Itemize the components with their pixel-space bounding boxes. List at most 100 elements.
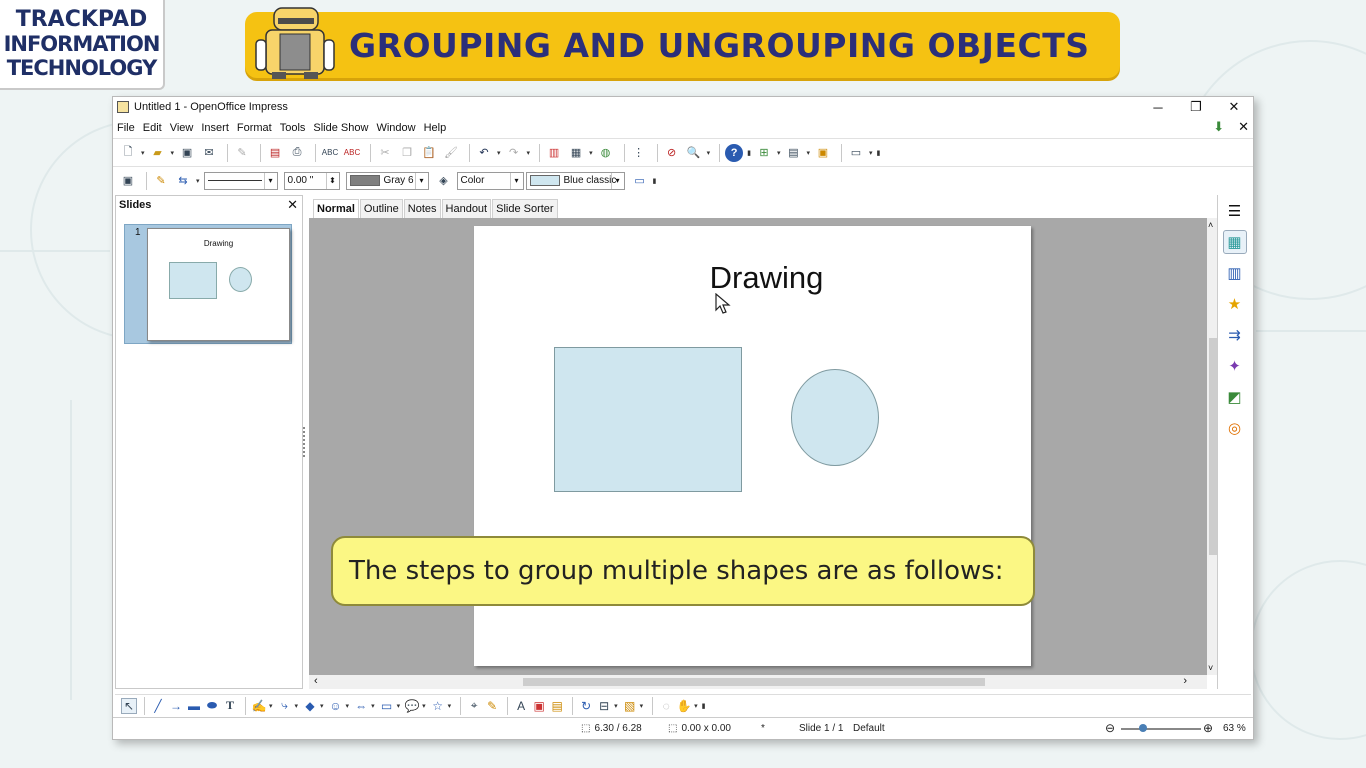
export-pdf-icon[interactable]: ▤ (266, 144, 284, 162)
vertical-scroll-thumb[interactable] (1209, 338, 1217, 555)
custom-animation-icon[interactable]: ⇉ (1223, 323, 1247, 347)
line-tool-icon[interactable]: ╱ (150, 698, 166, 714)
undo-icon[interactable]: ↶ (475, 144, 493, 162)
table-icon[interactable]: ▦ (567, 144, 585, 162)
scroll-down-icon[interactable]: ˅ (1208, 663, 1213, 673)
extrusion-icon[interactable]: ◌ (658, 698, 674, 714)
stars-icon[interactable]: ☆ (430, 698, 446, 714)
select-arrow-icon[interactable]: ↖ (121, 697, 137, 714)
zoom-out-icon[interactable]: ⊖ (1105, 721, 1115, 735)
close-document-button[interactable]: ✕ (1238, 119, 1249, 135)
arrow-style-icon[interactable]: ⇆ (174, 172, 192, 190)
line-color-select[interactable]: Gray 6 ▾ (345, 171, 429, 190)
area-fill-icon[interactable]: ◈ (435, 172, 453, 190)
arrow-tool-icon[interactable]: → (168, 698, 184, 714)
rotate-icon[interactable]: ↻ (578, 698, 594, 714)
menu-file[interactable]: File (117, 122, 135, 134)
connector-tool-icon[interactable]: ⤷ (277, 698, 293, 714)
rectangle-shape[interactable] (554, 347, 742, 492)
fontwork-icon[interactable]: A (513, 698, 529, 714)
toggle-toolbar-icon[interactable]: ▣ (119, 172, 137, 190)
format-paintbrush-icon[interactable]: 🖌 (442, 144, 460, 162)
slide-thumbnail[interactable]: 1 Drawing (124, 224, 292, 344)
status-modified[interactable]: * (761, 723, 765, 734)
table-design-icon[interactable]: ★ (1223, 292, 1247, 316)
toggle-extrusion-icon[interactable]: ✋ (676, 698, 692, 714)
autospellcheck-icon[interactable]: ABC (343, 144, 361, 162)
tab-normal[interactable]: Normal (313, 199, 359, 218)
scroll-up-icon[interactable]: ˄ (1208, 220, 1213, 230)
sidebar-menu-icon[interactable]: ☰ (1223, 199, 1247, 223)
close-window-button[interactable]: ✕ (1215, 97, 1253, 117)
area-style-select[interactable]: Color ▾ (456, 171, 524, 190)
menu-edit[interactable]: Edit (143, 122, 162, 134)
tab-outline[interactable]: Outline (359, 199, 403, 218)
menu-help[interactable]: Help (424, 122, 447, 134)
redo-icon[interactable]: ↷ (505, 144, 523, 162)
ellipse-tool-icon[interactable]: ⬬ (204, 698, 220, 714)
zoom-icon[interactable]: 🔍 (685, 144, 703, 162)
circle-shape[interactable] (791, 369, 879, 466)
help-icon[interactable]: ? (725, 143, 744, 162)
minimize-button[interactable]: ─ (1139, 97, 1177, 117)
symbol-shapes-icon[interactable]: ☺ (328, 698, 344, 714)
zoom-value[interactable]: 63 % (1223, 723, 1246, 734)
new-document-icon[interactable]: 🗋 (119, 144, 137, 162)
print-icon[interactable]: ⎙ (288, 144, 306, 162)
chart-icon[interactable]: ▥ (545, 144, 563, 162)
block-arrows-icon[interactable]: ⇔ (353, 698, 369, 714)
scroll-right-icon[interactable]: › (1183, 675, 1187, 687)
menu-tools[interactable]: Tools (280, 122, 306, 134)
menu-slide-show[interactable]: Slide Show (313, 122, 368, 134)
slide-canvas[interactable]: Drawing (309, 218, 1207, 675)
arrange-icon[interactable]: ▧ (622, 698, 638, 714)
callouts-icon[interactable]: 💬 (404, 698, 420, 714)
styles-icon[interactable]: ◩ (1223, 385, 1247, 409)
navigator-icon[interactable]: ◍ (597, 144, 615, 162)
line-style-select[interactable]: ▾ (203, 171, 278, 190)
open-folder-icon[interactable]: ▰ (149, 144, 167, 162)
zoom-in-icon[interactable]: ⊕ (1203, 721, 1213, 735)
menu-window[interactable]: Window (376, 122, 415, 134)
close-slides-pane-button[interactable]: ✕ (287, 197, 298, 213)
grid-icon[interactable]: ⋮ (630, 144, 648, 162)
text-tool-icon[interactable]: T (222, 698, 238, 714)
slide-design-icon[interactable]: ▤ (784, 144, 802, 162)
line-width-spinner[interactable]: 0.00 " ⬍ (283, 171, 340, 190)
from-file-icon[interactable]: ▣ (531, 698, 547, 714)
zoom-slider[interactable] (1121, 728, 1201, 730)
zoom-slider-knob[interactable] (1139, 724, 1147, 732)
align-icon[interactable]: ⊟ (596, 698, 612, 714)
save-icon[interactable]: ▣ (178, 144, 196, 162)
points-icon[interactable]: ⌖ (466, 698, 482, 714)
line-icon[interactable]: ✎ (152, 172, 170, 190)
navigator-compass-icon[interactable]: ◎ (1223, 416, 1247, 440)
curve-tool-icon[interactable]: ✍ (251, 698, 267, 714)
flowchart-icon[interactable]: ▭ (379, 698, 395, 714)
edit-file-icon[interactable]: ✎ (233, 144, 251, 162)
scroll-left-icon[interactable]: ‹ (314, 675, 318, 687)
rectangle-tool-icon[interactable]: ▬ (186, 698, 202, 714)
layouts-icon[interactable]: ▥ (1223, 261, 1247, 285)
master-slide-icon[interactable]: ▣ (814, 144, 832, 162)
email-icon[interactable]: ✉ (200, 144, 218, 162)
horizontal-scroll-thumb[interactable] (523, 678, 985, 686)
menu-view[interactable]: View (170, 122, 194, 134)
shadow-icon[interactable]: ▭ (631, 172, 649, 190)
draw-functions-icon[interactable]: ⊘ (663, 144, 681, 162)
basic-shapes-icon[interactable]: ◆ (302, 698, 318, 714)
tab-notes[interactable]: Notes (403, 199, 441, 218)
gallery-icon[interactable]: ▤ (549, 698, 565, 714)
cut-icon[interactable]: ✂ (376, 144, 394, 162)
spellcheck-icon[interactable]: ABC (321, 144, 339, 162)
area-color-select[interactable]: Blue classic ▾ (525, 171, 625, 190)
tab-slide-sorter[interactable]: Slide Sorter (492, 199, 558, 218)
horizontal-scrollbar[interactable]: ‹ › (309, 675, 1207, 689)
slide-show-icon[interactable]: ▭ (847, 144, 865, 162)
glue-points-icon[interactable]: ✎ (484, 698, 500, 714)
update-icon[interactable]: ⬇ (1213, 119, 1224, 135)
slide-transition-icon[interactable]: ✦ (1223, 354, 1247, 378)
menu-format[interactable]: Format (237, 122, 272, 134)
menu-insert[interactable]: Insert (201, 122, 229, 134)
restore-button[interactable]: ❐ (1177, 97, 1215, 117)
